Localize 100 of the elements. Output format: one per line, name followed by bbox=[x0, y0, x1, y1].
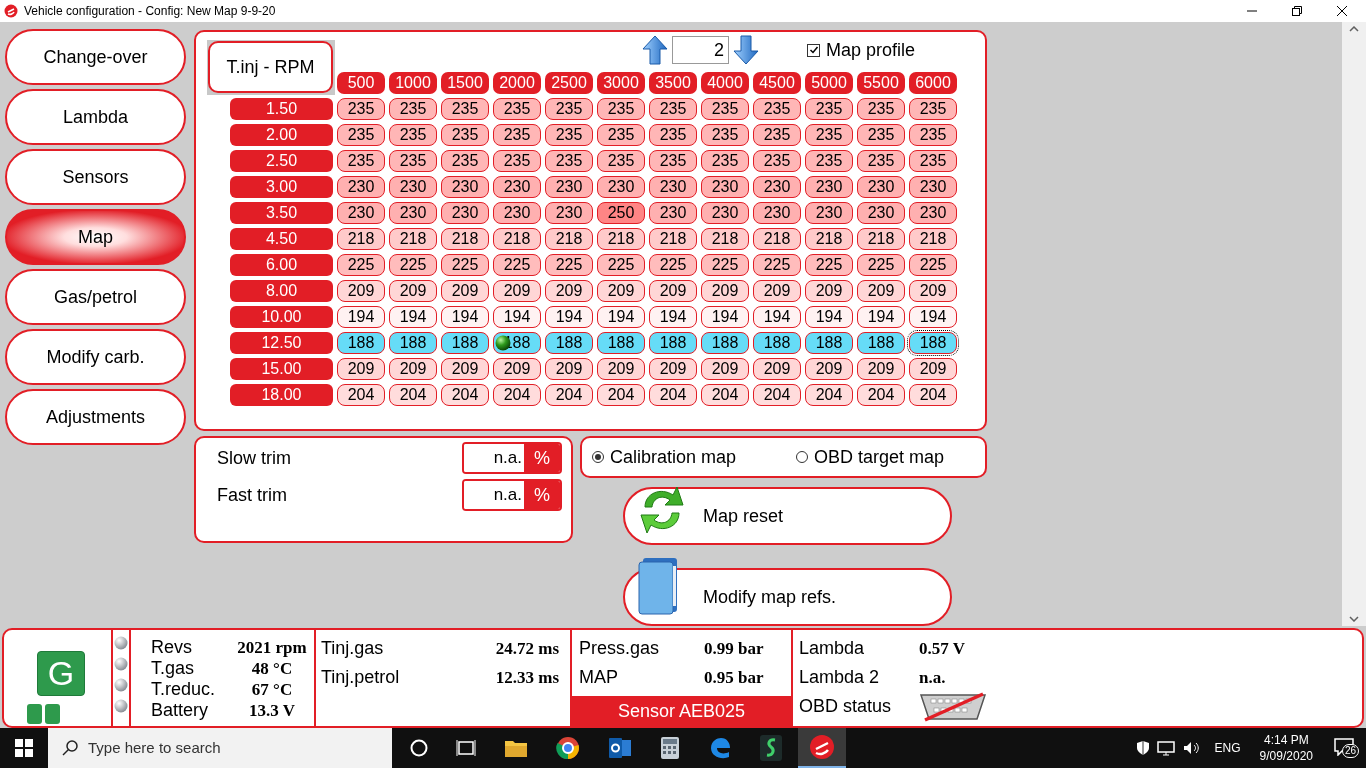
table-cell[interactable]: 230 bbox=[753, 176, 801, 198]
table-cell[interactable]: 218 bbox=[441, 228, 489, 250]
table-cell[interactable]: 235 bbox=[545, 98, 593, 120]
table-cell[interactable]: 209 bbox=[753, 280, 801, 302]
table-cell[interactable]: 235 bbox=[545, 150, 593, 172]
nav-button[interactable]: Gas/petrol bbox=[5, 269, 186, 325]
table-cell[interactable]: 188 bbox=[337, 332, 385, 354]
table-cell[interactable]: 230 bbox=[337, 202, 385, 224]
table-cell[interactable]: 230 bbox=[493, 202, 541, 224]
table-cell[interactable]: 194 bbox=[753, 306, 801, 328]
nav-button[interactable]: Lambda bbox=[5, 89, 186, 145]
table-cell[interactable]: 235 bbox=[389, 98, 437, 120]
table-cell[interactable]: 204 bbox=[597, 384, 645, 406]
network-icon[interactable] bbox=[1156, 740, 1175, 756]
table-cell[interactable]: 235 bbox=[753, 98, 801, 120]
language-indicator[interactable]: ENG bbox=[1214, 739, 1241, 757]
table-cell[interactable]: 209 bbox=[545, 358, 593, 380]
table-cell[interactable]: 209 bbox=[805, 280, 853, 302]
table-cell[interactable]: 235 bbox=[805, 150, 853, 172]
table-cell[interactable]: 235 bbox=[441, 98, 489, 120]
table-cell[interactable]: 204 bbox=[805, 384, 853, 406]
table-cell[interactable]: 235 bbox=[753, 150, 801, 172]
table-cell[interactable]: 230 bbox=[545, 202, 593, 224]
table-cell[interactable]: 194 bbox=[493, 306, 541, 328]
table-cell[interactable]: 225 bbox=[649, 254, 697, 276]
table-cell[interactable]: 204 bbox=[649, 384, 697, 406]
table-cell[interactable]: 209 bbox=[493, 358, 541, 380]
table-cell[interactable]: 204 bbox=[389, 384, 437, 406]
nav-button[interactable]: Change-over bbox=[5, 29, 186, 85]
table-cell[interactable]: 230 bbox=[545, 176, 593, 198]
table-cell[interactable]: 230 bbox=[909, 176, 957, 198]
table-cell[interactable]: 230 bbox=[493, 176, 541, 198]
table-cell[interactable]: 188 bbox=[857, 332, 905, 354]
table-cell[interactable]: 204 bbox=[545, 384, 593, 406]
table-cell[interactable]: 204 bbox=[753, 384, 801, 406]
table-cell[interactable]: 235 bbox=[649, 124, 697, 146]
table-cell[interactable]: 235 bbox=[389, 124, 437, 146]
table-cell[interactable]: 188 bbox=[753, 332, 801, 354]
table-cell[interactable]: 194 bbox=[441, 306, 489, 328]
table-cell[interactable]: 209 bbox=[389, 358, 437, 380]
table-cell[interactable]: 235 bbox=[649, 98, 697, 120]
radio-button[interactable] bbox=[592, 451, 604, 463]
table-cell[interactable]: 194 bbox=[597, 306, 645, 328]
table-cell[interactable]: 209 bbox=[493, 280, 541, 302]
action-button[interactable]: Modify map refs. bbox=[623, 568, 952, 626]
table-cell[interactable]: 218 bbox=[545, 228, 593, 250]
table-cell[interactable]: 235 bbox=[909, 98, 957, 120]
action-button[interactable]: Map reset bbox=[623, 487, 952, 545]
table-cell[interactable]: 235 bbox=[597, 124, 645, 146]
shield-icon[interactable] bbox=[1135, 740, 1150, 756]
table-cell[interactable]: 230 bbox=[441, 202, 489, 224]
table-cell[interactable]: 188 bbox=[545, 332, 593, 354]
table-cell[interactable]: 230 bbox=[909, 202, 957, 224]
calculator-icon[interactable] bbox=[660, 736, 680, 760]
table-cell[interactable]: 235 bbox=[493, 124, 541, 146]
table-cell[interactable]: 218 bbox=[493, 228, 541, 250]
table-cell[interactable]: 188 bbox=[649, 332, 697, 354]
table-cell[interactable]: 204 bbox=[701, 384, 749, 406]
table-cell[interactable]: 230 bbox=[649, 176, 697, 198]
table-cell[interactable]: 235 bbox=[597, 150, 645, 172]
table-cell[interactable]: 225 bbox=[753, 254, 801, 276]
clock-time[interactable]: 4:14 PM bbox=[1263, 732, 1309, 748]
table-cell[interactable]: 225 bbox=[701, 254, 749, 276]
table-cell[interactable]: 209 bbox=[649, 358, 697, 380]
table-cell[interactable]: 209 bbox=[753, 358, 801, 380]
table-cell[interactable]: 230 bbox=[857, 202, 905, 224]
table-cell[interactable]: 209 bbox=[857, 280, 905, 302]
table-cell[interactable]: 194 bbox=[909, 306, 957, 328]
table-cell[interactable]: 235 bbox=[389, 150, 437, 172]
table-cell[interactable]: 235 bbox=[857, 150, 905, 172]
table-cell[interactable]: 218 bbox=[337, 228, 385, 250]
table-cell[interactable]: 209 bbox=[337, 358, 385, 380]
search-field[interactable]: Type here to search bbox=[48, 728, 392, 768]
table-cell[interactable]: 194 bbox=[545, 306, 593, 328]
table-cell[interactable]: 235 bbox=[701, 124, 749, 146]
table-cell[interactable]: 230 bbox=[753, 202, 801, 224]
table-cell[interactable]: 235 bbox=[909, 150, 957, 172]
task-view-icon[interactable] bbox=[456, 739, 476, 757]
table-cell[interactable]: 188 bbox=[597, 332, 645, 354]
table-cell[interactable]: 194 bbox=[649, 306, 697, 328]
table-cell[interactable]: 188 bbox=[701, 332, 749, 354]
table-cell[interactable]: 209 bbox=[909, 358, 957, 380]
table-cell[interactable]: 204 bbox=[857, 384, 905, 406]
table-cell[interactable]: 218 bbox=[597, 228, 645, 250]
table-cell[interactable]: 209 bbox=[441, 280, 489, 302]
table-cell[interactable]: 230 bbox=[701, 176, 749, 198]
table-cell[interactable]: 235 bbox=[805, 124, 853, 146]
table-cell[interactable]: 209 bbox=[441, 358, 489, 380]
table-cell[interactable]: 218 bbox=[805, 228, 853, 250]
table-cell[interactable]: 209 bbox=[389, 280, 437, 302]
table-cell[interactable]: 230 bbox=[337, 176, 385, 198]
clock-date[interactable]: 9/09/2020 bbox=[1259, 748, 1313, 764]
close-icon[interactable] bbox=[1336, 5, 1348, 17]
table-cell[interactable]: 194 bbox=[805, 306, 853, 328]
app-logo-icon[interactable] bbox=[809, 734, 835, 760]
table-cell[interactable]: 225 bbox=[909, 254, 957, 276]
nav-button[interactable]: Adjustments bbox=[5, 389, 186, 445]
table-cell[interactable]: 230 bbox=[701, 202, 749, 224]
table-cell[interactable]: 209 bbox=[701, 358, 749, 380]
table-cell[interactable]: 194 bbox=[389, 306, 437, 328]
